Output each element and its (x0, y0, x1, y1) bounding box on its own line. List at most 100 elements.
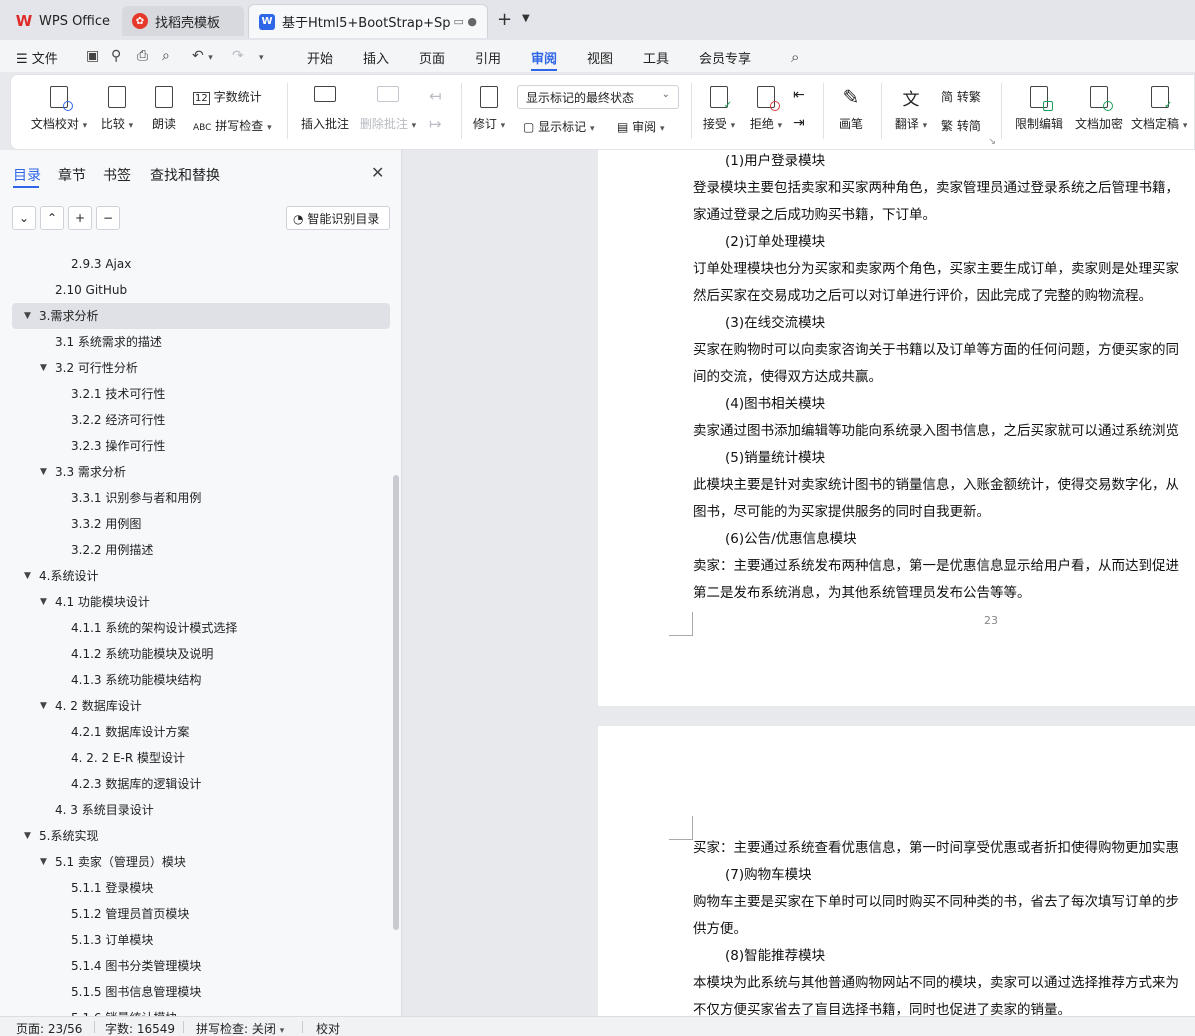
tab-sections[interactable]: 章节 (58, 165, 86, 185)
menu-member[interactable]: 会员专享 (699, 48, 751, 67)
menu-view[interactable]: 视图 (587, 48, 613, 67)
show-markup-button[interactable]: ▢ 显示标记 ▾ (523, 118, 595, 135)
chevron-down-icon[interactable]: ▼ (522, 13, 530, 24)
toc-item[interactable]: 5.1.1 登录模块 (0, 875, 395, 901)
menu-tools[interactable]: 工具 (643, 48, 669, 67)
previous-comment-icon[interactable]: ↤ (429, 87, 442, 105)
expand-arrow-icon[interactable]: ▼ (24, 563, 31, 589)
accept-button[interactable]: ✓ 接受 ▾ (699, 85, 739, 132)
toc-item[interactable]: 3.2.2 用例描述 (0, 537, 395, 563)
toc-item[interactable]: ▼ 5.1 卖家（管理员）模块 (0, 849, 395, 875)
menu-insert[interactable]: 插入 (363, 48, 389, 67)
smart-toc-button[interactable]: ◔ 智能识别目录 (286, 206, 390, 230)
toc-item[interactable]: 3.2.3 操作可行性 (0, 433, 395, 459)
tab-wps-office[interactable]: W WPS Office (6, 6, 118, 36)
next-change-icon[interactable]: ⇥ (793, 115, 805, 131)
finalize-doc-button[interactable]: ✓ 文档定稿 ▾ (1131, 85, 1195, 132)
reject-button[interactable]: 拒绝 ▾ (746, 85, 786, 132)
expand-arrow-icon[interactable]: ▼ (40, 693, 47, 719)
markup-status-select[interactable]: 显示标记的最终状态 ⌄ (517, 85, 679, 109)
toc-item[interactable]: 3.3.2 用例图 (0, 511, 395, 537)
search-icon[interactable]: ⌕ (791, 48, 799, 66)
redo-icon[interactable]: ↷ (232, 48, 244, 64)
toc-item[interactable]: ▼ 4.1 功能模块设计 (0, 589, 395, 615)
print-preview-icon[interactable]: ⌕ (162, 48, 170, 64)
review-pane-button[interactable]: ▤ 审阅 ▾ (617, 118, 665, 135)
sidebar-scrollbar[interactable] (393, 475, 399, 930)
toc-item[interactable]: ▼ 3.需求分析 (12, 303, 390, 329)
toc-item[interactable]: 3.1 系统需求的描述 (0, 329, 395, 355)
tab-window-icon[interactable]: ▭ ● (454, 15, 478, 28)
document-canvas[interactable]: (1)用户登录模块 登录模块主要包括卖家和买家两种角色，卖家管理员通过登录系统之后… (403, 150, 1195, 1016)
save-icon[interactable]: ▣ (86, 48, 99, 64)
to-simplified-button[interactable]: 繁 转简 (941, 117, 981, 134)
toc-item[interactable]: 5.1.3 订单模块 (0, 927, 395, 953)
toc-item[interactable]: 4. 2. 2 E-R 模型设计 (0, 745, 395, 771)
new-tab-icon[interactable]: + (497, 9, 512, 30)
compare-button[interactable]: 比较 ▾ (97, 85, 137, 132)
toc-item[interactable]: ▼ 3.3 需求分析 (0, 459, 395, 485)
word-count-indicator[interactable]: 字数: 16549 (105, 1020, 175, 1036)
delete-comment-button[interactable]: 删除批注 ▾ (359, 85, 417, 132)
tab-find-replace[interactable]: 查找和替换 (150, 165, 220, 185)
file-menu[interactable]: ☰ 文件 (16, 48, 58, 67)
plus-icon[interactable]: + (68, 206, 92, 230)
toc-item[interactable]: 5.1.6 销量统计模块 (0, 1005, 395, 1016)
toc-item[interactable]: ▼ 4.系统设计 (0, 563, 395, 589)
expand-arrow-icon[interactable]: ▼ (24, 303, 31, 329)
toc-item[interactable]: ▼ 4. 2 数据库设计 (0, 693, 395, 719)
translate-button[interactable]: 文 翻译 ▾ (891, 85, 931, 132)
toc-item[interactable]: 3.2.1 技术可行性 (0, 381, 395, 407)
expand-arrow-icon[interactable]: ▼ (40, 589, 47, 615)
insert-comment-button[interactable]: 插入批注 (299, 85, 351, 132)
close-icon[interactable]: ✕ (371, 163, 384, 182)
toc-item[interactable]: 2.9.3 Ajax (0, 251, 395, 277)
restrict-editing-button[interactable]: 限制编辑 (1011, 85, 1067, 132)
spell-check-button[interactable]: ABC 拼写检查 ▾ (193, 117, 272, 134)
track-changes-button[interactable]: 修订 ▾ (469, 85, 509, 132)
toc-item[interactable]: 4.1.2 系统功能模块及说明 (0, 641, 395, 667)
toc-item[interactable]: 3.3.1 识别参与者和用例 (0, 485, 395, 511)
toc-item[interactable]: 4.1.1 系统的架构设计模式选择 (0, 615, 395, 641)
toc-item[interactable]: ▼ 5.系统实现 (0, 823, 395, 849)
menu-review[interactable]: 审阅 (531, 48, 557, 67)
menu-start[interactable]: 开始 (307, 48, 333, 67)
menu-reference[interactable]: 引用 (475, 48, 501, 67)
toc-item[interactable]: 5.1.2 管理员首页模块 (0, 901, 395, 927)
toc-item[interactable]: 4.2.1 数据库设计方案 (0, 719, 395, 745)
read-aloud-button[interactable]: 朗读 (148, 85, 180, 132)
pen-button[interactable]: ✎ 画笔 (833, 85, 869, 132)
encrypt-doc-button[interactable]: 文档加密 (1071, 85, 1127, 132)
word-count-button[interactable]: 12 字数统计 (193, 88, 262, 105)
ribbon-group-expand-icon[interactable]: ↘ (988, 137, 996, 147)
expand-arrow-icon[interactable]: ▼ (40, 849, 47, 875)
proofread-status[interactable]: 校对 (316, 1020, 340, 1036)
toc-item[interactable]: 4.1.3 系统功能模块结构 (0, 667, 395, 693)
expand-arrow-icon[interactable]: ▼ (24, 823, 31, 849)
minus-icon[interactable]: − (96, 206, 120, 230)
toc-item[interactable]: 4.2.3 数据库的逻辑设计 (0, 771, 395, 797)
spell-check-status[interactable]: 拼写检查: 关闭 ▾ (196, 1020, 284, 1036)
tab-bookmarks[interactable]: 书签 (103, 165, 131, 185)
link-icon[interactable]: ⚲ (111, 48, 121, 64)
menu-page[interactable]: 页面 (419, 48, 445, 67)
next-comment-icon[interactable]: ↦ (429, 115, 442, 133)
previous-change-icon[interactable]: ⇤ (793, 87, 805, 103)
toc-item[interactable]: 5.1.5 图书信息管理模块 (0, 979, 395, 1005)
expand-arrow-icon[interactable]: ▼ (40, 459, 47, 485)
tab-find-templates[interactable]: ✿ 找稻壳模板 (122, 6, 244, 36)
tab-current-document[interactable]: W 基于Html5+BootStrap+Spri ▭ ● (248, 4, 488, 38)
quick-access-more-icon[interactable]: ▾ (259, 48, 264, 64)
to-traditional-button[interactable]: 简 转繁 (941, 88, 981, 105)
expand-arrow-icon[interactable]: ▼ (40, 355, 47, 381)
print-icon[interactable]: ⎙ (137, 48, 148, 64)
toc-item[interactable]: 5.1.4 图书分类管理模块 (0, 953, 395, 979)
undo-icon[interactable]: ↶ ▾ (192, 48, 213, 64)
tab-toc[interactable]: 目录 (13, 165, 41, 185)
toc-item[interactable]: 3.2.2 经济可行性 (0, 407, 395, 433)
chevron-down-icon[interactable]: ⌄ (12, 206, 36, 230)
toc-item[interactable]: ▼ 3.2 可行性分析 (0, 355, 395, 381)
page-indicator[interactable]: 页面: 23/56 (16, 1020, 82, 1036)
toc-item[interactable]: 4. 3 系统目录设计 (0, 797, 395, 823)
doc-check-button[interactable]: 文档校对 ▾ (29, 85, 89, 132)
